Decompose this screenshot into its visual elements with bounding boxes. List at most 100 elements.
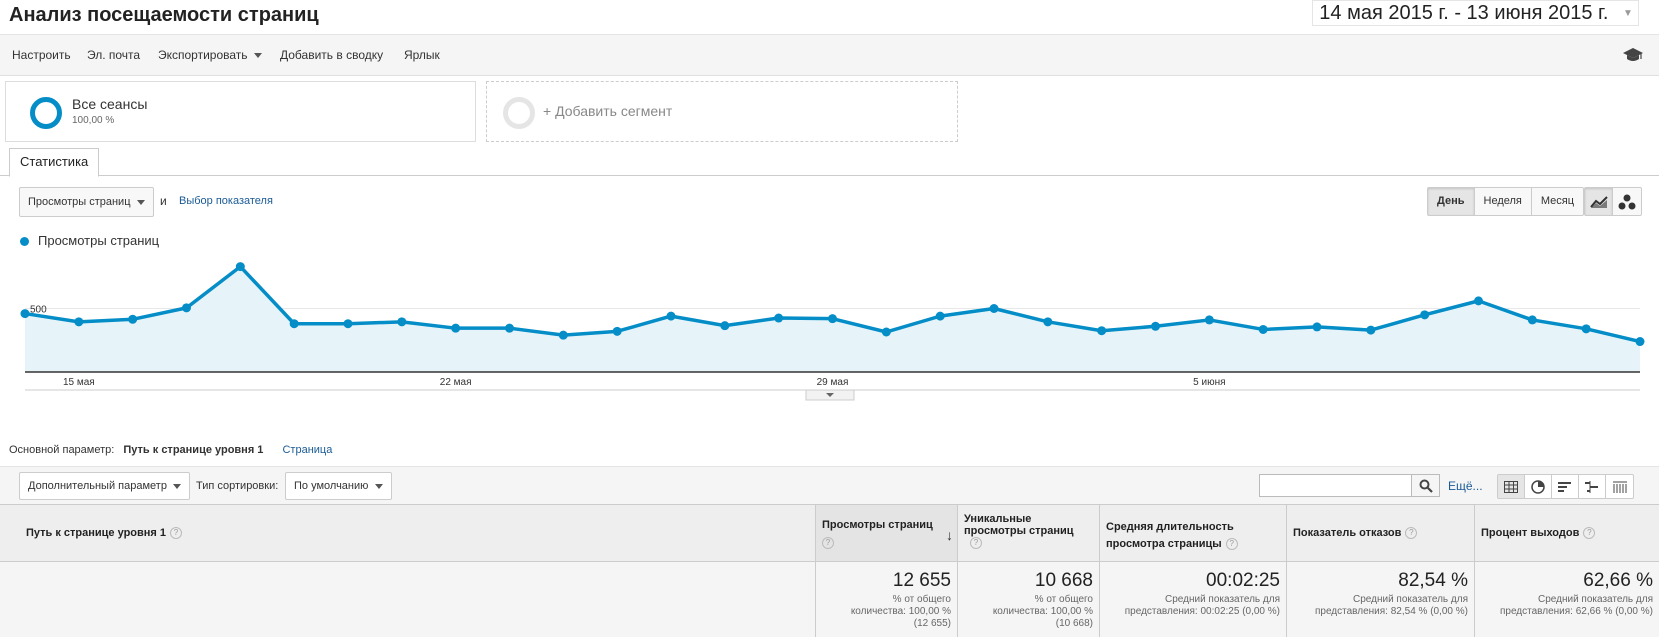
view-pie-button[interactable] bbox=[1525, 475, 1552, 498]
view-table-button[interactable] bbox=[1498, 475, 1525, 498]
table-totals-row: 12 655 % от общего количества: 100,00 % (1… bbox=[0, 562, 1659, 637]
pivot-table-icon bbox=[1612, 481, 1627, 493]
caret-down-icon bbox=[375, 484, 383, 489]
segment-ring-icon bbox=[30, 97, 62, 129]
sort-desc-icon[interactable]: ↓ bbox=[946, 527, 953, 543]
data-point bbox=[1474, 296, 1483, 306]
customize-button[interactable]: Настроить bbox=[12, 48, 71, 62]
search-button[interactable] bbox=[1412, 474, 1440, 497]
data-point bbox=[989, 304, 999, 313]
view-performance-button[interactable] bbox=[1552, 475, 1579, 498]
secondary-dimension-select[interactable]: Дополнительный параметр bbox=[19, 472, 190, 500]
segment-percent: 100,00 % bbox=[72, 115, 115, 126]
date-range-label: 14 мая 2015 г. - 13 июня 2015 г. bbox=[1319, 2, 1609, 24]
legend-dot-icon bbox=[20, 237, 29, 247]
view-comparison-button[interactable] bbox=[1579, 475, 1606, 498]
date-range-picker[interactable]: 14 мая 2015 г. - 13 июня 2015 г. ▼ bbox=[1312, 0, 1639, 26]
data-point bbox=[1097, 326, 1107, 336]
help-icon[interactable]: ? bbox=[1405, 527, 1418, 540]
total-unique-pageviews: 10 668 % от общего количества: 100,00 % (1… bbox=[957, 562, 1099, 637]
metric-select[interactable]: Просмотры страниц bbox=[19, 187, 154, 217]
caret-down-icon bbox=[173, 484, 181, 489]
column-header-path[interactable]: Путь к странице уровня 1? bbox=[0, 505, 815, 561]
data-point bbox=[1527, 315, 1537, 325]
shortcut-button[interactable]: Ярлык bbox=[404, 48, 440, 62]
total-bounce-rate: 82,54 % Средний показатель для представле… bbox=[1286, 562, 1474, 637]
data-point bbox=[1581, 324, 1591, 334]
bubbles-icon bbox=[1618, 194, 1636, 209]
secondary-dimension-label: Дополнительный параметр bbox=[28, 480, 167, 492]
column-header-avg-time[interactable]: Средняя длительность просмотра страницы? bbox=[1099, 505, 1286, 561]
chart-type-toggle bbox=[1584, 187, 1642, 216]
period-day-button[interactable]: День bbox=[1428, 188, 1475, 215]
table-controls: Дополнительный параметр Тип сортировки: … bbox=[0, 466, 1659, 504]
data-point bbox=[612, 326, 622, 336]
data-point bbox=[397, 317, 407, 327]
column-header-exit-rate[interactable]: Процент выходов? bbox=[1474, 505, 1659, 561]
metric-select-label: Просмотры страниц bbox=[28, 196, 131, 208]
page-title: Анализ посещаемости страниц bbox=[9, 4, 319, 26]
sort-type-select[interactable]: По умолчанию bbox=[285, 472, 392, 500]
more-link[interactable]: Ещё... bbox=[1448, 479, 1483, 493]
data-point bbox=[74, 317, 84, 327]
help-icon[interactable]: ? bbox=[1583, 527, 1596, 540]
email-button[interactable]: Эл. почта bbox=[87, 48, 140, 62]
data-point bbox=[1258, 324, 1268, 334]
help-icon[interactable]: ? bbox=[1225, 538, 1238, 551]
data-point bbox=[343, 319, 353, 329]
help-icon[interactable]: ? bbox=[822, 537, 834, 549]
add-segment-label: + Добавить сегмент bbox=[543, 103, 673, 119]
column-header-label: Путь к странице уровня 1 bbox=[26, 527, 167, 539]
column-header-unique-pageviews[interactable]: Уникальные просмотры страниц ? bbox=[957, 505, 1099, 561]
report-toolbar: Настроить Эл. почта Экспортировать Добав… bbox=[0, 34, 1659, 76]
table-header: Путь к странице уровня 1? Просмотры стра… bbox=[0, 504, 1659, 562]
help-icon[interactable]: ? bbox=[970, 537, 982, 550]
period-week-button[interactable]: Неделя bbox=[1475, 188, 1532, 215]
table-search-input[interactable] bbox=[1259, 474, 1412, 497]
add-segment-button[interactable]: + Добавить сегмент bbox=[486, 81, 958, 142]
data-point bbox=[451, 323, 461, 333]
line-chart-button[interactable] bbox=[1585, 188, 1613, 215]
data-point bbox=[666, 311, 676, 321]
column-header-pageviews[interactable]: Просмотры страниц ? ↓ bbox=[815, 505, 957, 561]
help-icon[interactable]: ? bbox=[170, 527, 183, 540]
total-note: % от общего количества: 100,00 % (12 655) bbox=[850, 594, 951, 629]
graduation-cap-icon[interactable] bbox=[1623, 47, 1643, 63]
segment-name: Все сеансы bbox=[72, 96, 148, 112]
data-point bbox=[235, 262, 245, 272]
primary-dimension-page-link[interactable]: Страница bbox=[282, 444, 332, 456]
column-header-label: Уникальные просмотры страниц bbox=[964, 513, 1074, 537]
total-exit-rate: 62,66 % Средний показатель для представле… bbox=[1474, 562, 1659, 637]
x-tick-label: 22 мая bbox=[440, 377, 472, 388]
column-header-label: Процент выходов bbox=[1481, 527, 1580, 539]
data-point bbox=[828, 314, 837, 324]
comparison-icon bbox=[1585, 480, 1598, 493]
and-label: и bbox=[160, 194, 167, 208]
data-point bbox=[774, 313, 784, 323]
total-note: Средний показатель для представления: 00:… bbox=[1124, 594, 1280, 617]
total-value: 00:02:25 bbox=[1206, 570, 1280, 591]
tab-statistics[interactable]: Статистика bbox=[9, 148, 100, 177]
total-value: 10 668 bbox=[1034, 570, 1093, 591]
primary-dimension-label: Основной параметр: bbox=[9, 444, 115, 456]
table-view-toggle bbox=[1497, 474, 1634, 499]
data-point bbox=[20, 309, 30, 319]
choose-metric-link[interactable]: Выбор показателя bbox=[179, 195, 273, 207]
line-chart-icon bbox=[1589, 195, 1608, 208]
export-button[interactable]: Экспортировать bbox=[158, 48, 262, 62]
segment-all-sessions[interactable]: Все сеансы 100,00 % bbox=[5, 81, 476, 142]
column-header-bounce-rate[interactable]: Показатель отказов? bbox=[1286, 505, 1474, 561]
export-label: Экспортировать bbox=[158, 48, 248, 62]
data-point bbox=[1043, 317, 1053, 327]
period-month-button[interactable]: Месяц bbox=[1532, 188, 1583, 215]
primary-dimension-row: Основной параметр: Путь к странице уровн… bbox=[9, 444, 332, 456]
view-pivot-button[interactable] bbox=[1606, 475, 1633, 498]
caret-down-icon bbox=[253, 53, 262, 59]
motion-chart-button[interactable] bbox=[1613, 188, 1641, 215]
tabs-row: Статистика bbox=[0, 146, 1659, 177]
chart-legend: Просмотры страниц bbox=[20, 233, 159, 248]
data-point bbox=[720, 321, 730, 331]
add-to-dashboard-button[interactable]: Добавить в сводку bbox=[280, 48, 383, 62]
chevron-down-icon[interactable]: ▼ bbox=[1620, 3, 1636, 25]
segment-ring-placeholder-icon bbox=[503, 97, 535, 129]
